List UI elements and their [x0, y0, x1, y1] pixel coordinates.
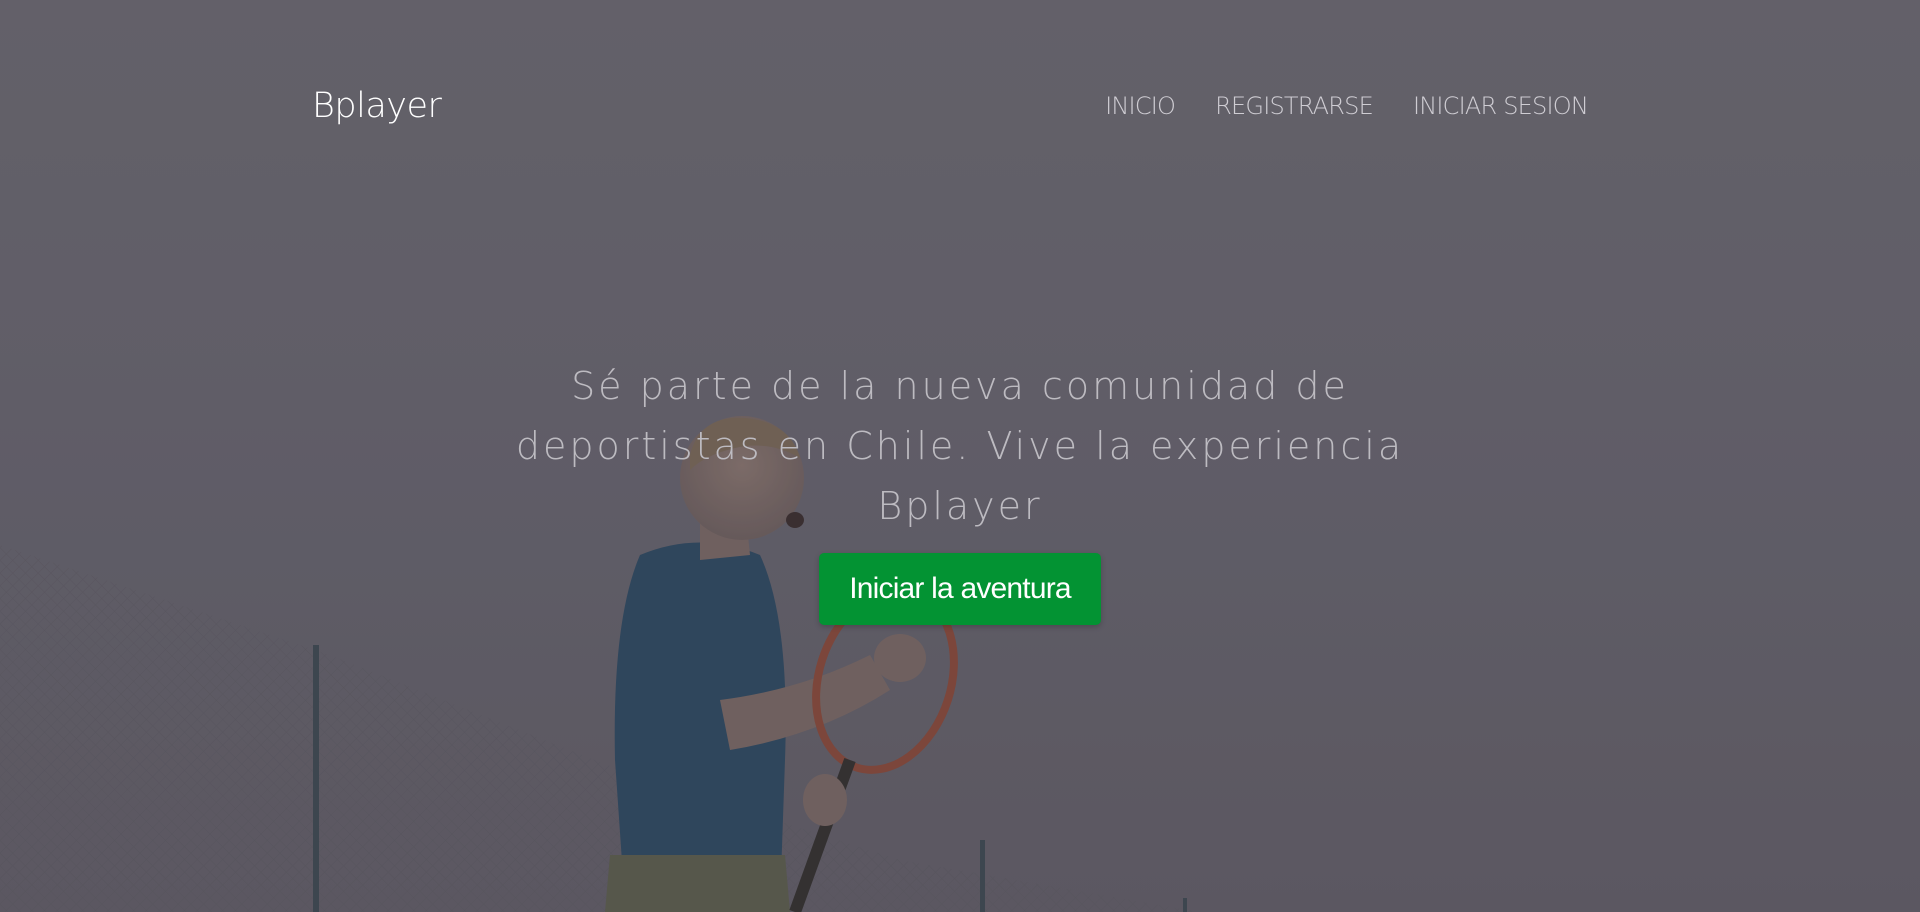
hero-tagline-line-3: Bplayer [877, 484, 1043, 528]
nav-link-iniciar-sesion[interactable]: INICIAR SESION [1413, 92, 1589, 120]
hero-tagline-line-2: deportistas en Chile. Vive la experienci… [515, 424, 1405, 468]
hero-section: Bplayer INICIO REGISTRARSE INICIAR SESIO… [0, 0, 1920, 912]
start-adventure-button[interactable]: Iniciar la aventura [819, 553, 1101, 625]
nav-link-inicio[interactable]: INICIO [1105, 92, 1176, 120]
nav-link-registrarse[interactable]: REGISTRARSE [1215, 92, 1374, 120]
hero-tagline: Sé parte de la nueva comunidad de deport… [460, 356, 1460, 536]
main-navigation: INICIO REGISTRARSE INICIAR SESION [1105, 92, 1589, 120]
hero-tagline-line-1: Sé parte de la nueva comunidad de [571, 364, 1349, 408]
brand-logo[interactable]: Bplayer [312, 86, 442, 126]
